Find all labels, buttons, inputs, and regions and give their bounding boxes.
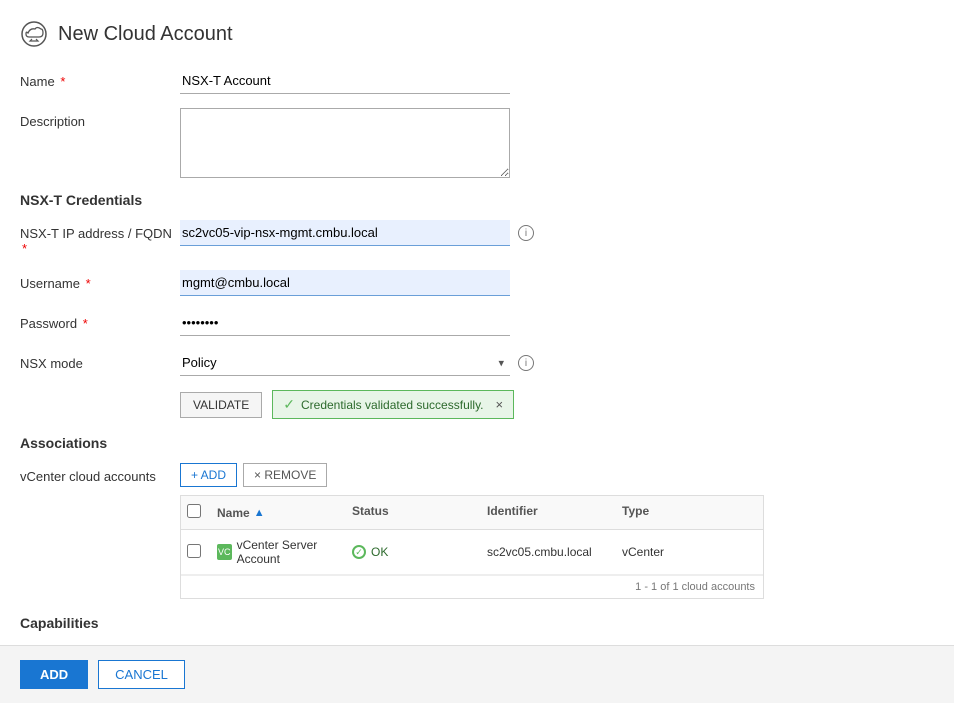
username-label: Username * (20, 270, 180, 291)
page-title: New Cloud Account (58, 23, 233, 46)
description-textarea[interactable] (180, 108, 510, 178)
row-type-col: vCenter (622, 545, 757, 559)
ip-row: NSX-T IP address / FQDN * i (20, 220, 924, 256)
ip-label: NSX-T IP address / FQDN * (20, 220, 180, 256)
username-control (180, 270, 924, 296)
password-row: Password * (20, 310, 924, 336)
add-button[interactable]: ADD (20, 660, 88, 689)
username-required: * (86, 276, 91, 291)
username-input[interactable] (180, 270, 510, 296)
nsx-mode-control: Policy Manager ▾ i (180, 350, 924, 376)
table-header: Name ▲ Status Identifier Type (181, 496, 763, 530)
ip-input[interactable] (180, 220, 510, 246)
row-checkbox-col (187, 544, 217, 561)
vcenter-label: vCenter cloud accounts (20, 463, 180, 484)
table-row: VC vCenter Server Account ✓ OK sc2vc05.c… (181, 530, 763, 575)
password-control (180, 310, 924, 336)
password-label: Password * (20, 310, 180, 331)
success-message: Credentials validated successfully. (301, 398, 484, 412)
assoc-buttons: + ADD × REMOVE (180, 463, 924, 487)
description-label: Description (20, 108, 180, 129)
close-success-button[interactable]: × (496, 397, 504, 412)
header-status-col: Status (352, 504, 487, 521)
cloud-sync-icon (20, 20, 48, 48)
remove-vcenter-button[interactable]: × REMOVE (243, 463, 327, 487)
row-status-col: ✓ OK (352, 545, 487, 559)
vcenter-content: + ADD × REMOVE Name ▲ Status Identifier (180, 463, 924, 599)
password-input[interactable] (180, 310, 510, 336)
sort-asc-icon: ▲ (254, 507, 265, 519)
name-label: Name * (20, 68, 180, 89)
row-identifier-col: sc2vc05.cmbu.local (487, 545, 622, 559)
vcenter-table: Name ▲ Status Identifier Type VC (180, 495, 764, 599)
nsx-mode-row: NSX mode Policy Manager ▾ i (20, 350, 924, 376)
ip-required: * (22, 241, 27, 256)
header-type-col: Type (622, 504, 757, 521)
associations-section: Associations vCenter cloud accounts + AD… (20, 435, 924, 599)
name-input[interactable] (180, 68, 510, 94)
description-row: Description (20, 108, 924, 178)
page-container: New Cloud Account Name * Description NSX… (0, 0, 954, 703)
vcenter-server-icon: VC (217, 544, 232, 560)
validate-button[interactable]: VALIDATE (180, 392, 262, 418)
header-name-col: Name ▲ (217, 504, 352, 521)
cancel-button[interactable]: CANCEL (98, 660, 185, 689)
name-control (180, 68, 924, 94)
header-identifier-col: Identifier (487, 504, 622, 521)
ip-info-icon[interactable]: i (518, 225, 534, 241)
ok-check-icon: ✓ (352, 545, 366, 559)
username-row: Username * (20, 270, 924, 296)
vcenter-accounts-row: vCenter cloud accounts + ADD × REMOVE Na… (20, 463, 924, 599)
associations-section-title: Associations (20, 435, 924, 451)
name-row: Name * (20, 68, 924, 94)
row-checkbox[interactable] (187, 544, 201, 558)
nsx-mode-label: NSX mode (20, 350, 180, 371)
nsx-mode-info-icon[interactable]: i (518, 355, 534, 371)
select-all-checkbox[interactable] (187, 504, 201, 518)
table-footer: 1 - 1 of 1 cloud accounts (181, 575, 763, 598)
nsx-mode-select[interactable]: Policy Manager (180, 350, 510, 376)
password-required: * (83, 316, 88, 331)
capabilities-section-title: Capabilities (20, 615, 924, 631)
validate-row: VALIDATE ✓ Credentials validated success… (180, 390, 924, 419)
row-name: vCenter Server Account (237, 538, 352, 566)
row-name-col: VC vCenter Server Account (217, 538, 352, 566)
nsx-mode-select-wrap: Policy Manager ▾ (180, 350, 510, 376)
check-circle-icon: ✓ (283, 396, 295, 413)
header-checkbox-col (187, 504, 217, 521)
nsx-credentials-section-title: NSX-T Credentials (20, 192, 924, 208)
description-control (180, 108, 924, 178)
success-badge: ✓ Credentials validated successfully. × (272, 390, 514, 419)
add-vcenter-button[interactable]: + ADD (180, 463, 237, 487)
row-status: OK (371, 545, 388, 559)
name-required: * (60, 74, 65, 89)
footer-buttons: ADD CANCEL (0, 645, 954, 703)
page-header: New Cloud Account (20, 20, 924, 48)
ip-control: i (180, 220, 924, 246)
